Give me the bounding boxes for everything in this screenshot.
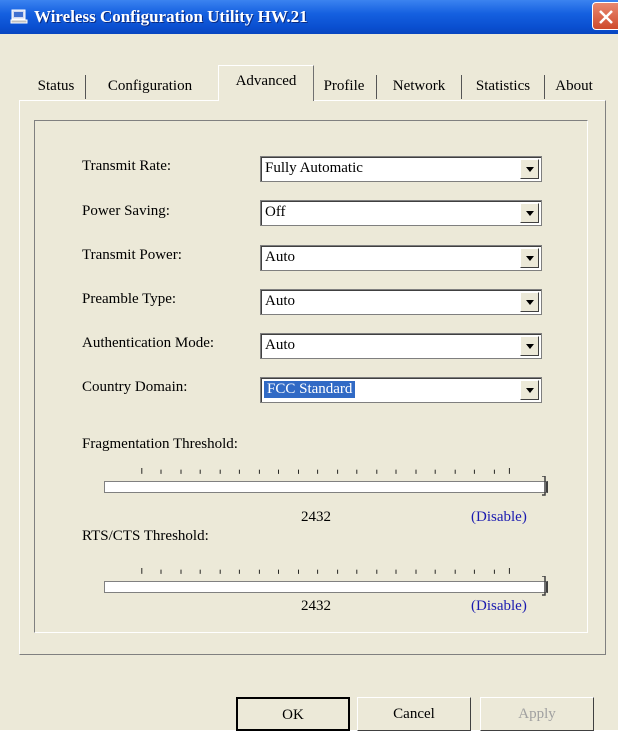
tab-label: Profile xyxy=(323,78,365,94)
transmit-rate-value: Fully Automatic xyxy=(265,160,363,176)
power-saving-select[interactable]: Off xyxy=(260,200,542,226)
ok-button[interactable]: OK xyxy=(236,697,350,731)
slider-thumb[interactable] xyxy=(542,576,546,596)
dropdown-button[interactable] xyxy=(520,336,539,356)
window-title: Wireless Configuration Utility HW.21 xyxy=(34,7,308,26)
tab-separator xyxy=(376,75,377,99)
tab-network[interactable]: Network xyxy=(380,71,458,101)
tab-status[interactable]: Status xyxy=(30,71,82,101)
transmit-power-value: Auto xyxy=(265,249,295,265)
chevron-down-icon xyxy=(526,300,534,305)
tab-about[interactable]: About xyxy=(548,71,600,101)
tab-statistics[interactable]: Statistics xyxy=(465,71,541,101)
tab-separator xyxy=(544,75,545,99)
authentication-mode-value: Auto xyxy=(265,337,295,353)
slider-ticks xyxy=(141,468,510,474)
cancel-button[interactable]: Cancel xyxy=(357,697,471,731)
slider-thumb[interactable] xyxy=(542,476,546,496)
rts-cts-threshold-value: 2432 xyxy=(301,598,331,614)
authentication-mode-label: Authentication Mode: xyxy=(82,335,215,351)
slider-ticks xyxy=(141,568,510,574)
power-saving-label: Power Saving: xyxy=(82,203,170,219)
chevron-down-icon xyxy=(526,256,534,261)
window: Wireless Configuration Utility HW.21 Sta… xyxy=(0,0,618,731)
tab-label: Advanced xyxy=(235,73,297,89)
tab-label: About xyxy=(555,78,593,94)
tab-label: Statistics xyxy=(475,78,531,94)
dropdown-button[interactable] xyxy=(520,292,539,312)
close-button[interactable] xyxy=(592,2,618,30)
tab-label: Configuration xyxy=(107,78,193,94)
rts-cts-threshold-label: RTS/CTS Threshold: xyxy=(82,528,209,544)
dropdown-button[interactable] xyxy=(520,380,539,400)
dropdown-button[interactable] xyxy=(520,203,539,223)
country-domain-label: Country Domain: xyxy=(82,379,188,395)
country-domain-select[interactable]: FCC Standard xyxy=(260,377,542,403)
dropdown-button[interactable] xyxy=(520,159,539,179)
fragmentation-disable-link[interactable]: (Disable) xyxy=(471,509,527,526)
apply-button[interactable]: Apply xyxy=(480,697,594,731)
fragmentation-threshold-value: 2432 xyxy=(301,509,331,525)
chevron-down-icon xyxy=(526,344,534,349)
tab-advanced[interactable]: Advanced xyxy=(218,65,314,101)
transmit-rate-select[interactable]: Fully Automatic xyxy=(260,156,542,182)
rts-cts-disable-link[interactable]: (Disable) xyxy=(471,598,527,615)
transmit-rate-label: Transmit Rate: xyxy=(82,158,172,174)
network-computer-icon xyxy=(10,9,28,25)
chevron-down-icon xyxy=(526,388,534,393)
transmit-power-label: Transmit Power: xyxy=(82,247,182,263)
tab-separator xyxy=(85,75,86,99)
title-bar[interactable]: Wireless Configuration Utility HW.21 xyxy=(0,0,618,34)
fragmentation-threshold-label: Fragmentation Threshold: xyxy=(82,436,238,452)
preamble-type-label: Preamble Type: xyxy=(82,291,177,307)
transmit-power-select[interactable]: Auto xyxy=(260,245,542,271)
tab-separator xyxy=(461,75,462,99)
chevron-down-icon xyxy=(526,211,534,216)
preamble-type-value: Auto xyxy=(265,293,295,309)
dropdown-button[interactable] xyxy=(520,248,539,268)
country-domain-value: FCC Standard xyxy=(264,381,356,398)
tab-profile[interactable]: Profile xyxy=(315,71,373,101)
preamble-type-select[interactable]: Auto xyxy=(260,289,542,315)
power-saving-value: Off xyxy=(265,204,286,220)
tab-configuration[interactable]: Configuration xyxy=(88,71,212,101)
close-icon xyxy=(599,10,613,24)
slider-track[interactable] xyxy=(104,581,548,593)
tab-label: Network xyxy=(392,78,446,94)
fragmentation-threshold-slider[interactable] xyxy=(104,468,548,498)
rts-cts-threshold-slider[interactable] xyxy=(104,568,548,598)
authentication-mode-select[interactable]: Auto xyxy=(260,333,542,359)
tab-label: Status xyxy=(37,78,75,94)
slider-track[interactable] xyxy=(104,481,548,493)
chevron-down-icon xyxy=(526,167,534,172)
